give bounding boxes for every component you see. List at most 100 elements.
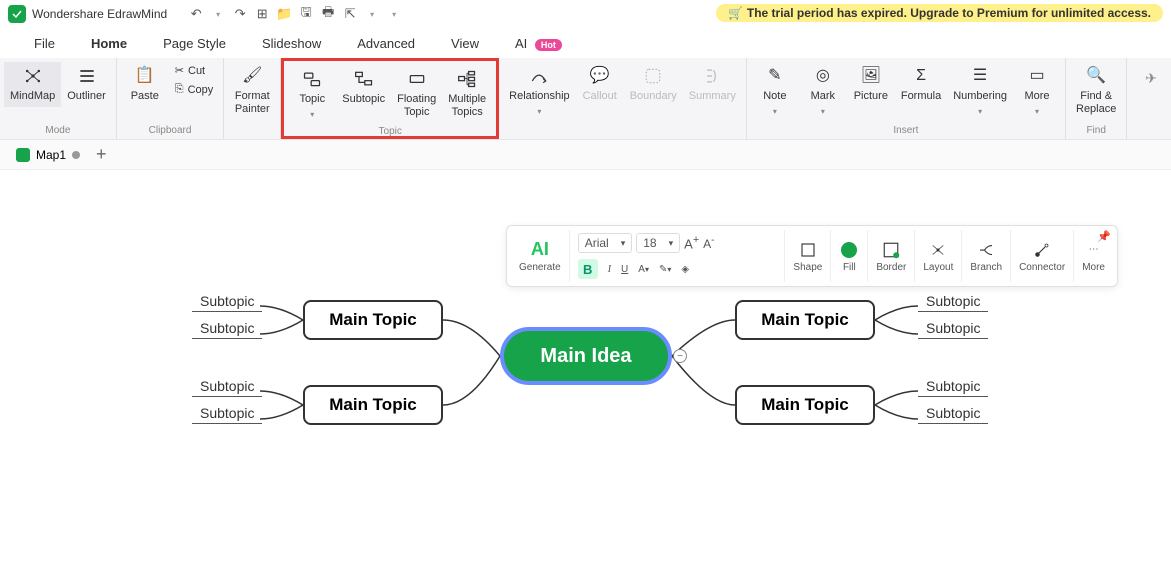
ribbon-group-find: 🔍 Find & Replace Find xyxy=(1066,58,1127,139)
highlight-button[interactable]: ✎▾ xyxy=(659,264,671,275)
mark-button[interactable]: ◎Mark xyxy=(799,62,847,121)
pin-icon[interactable]: 📌 xyxy=(1097,230,1111,243)
summary-label: Summary xyxy=(689,90,736,103)
new-icon[interactable]: ⊞ xyxy=(253,5,271,23)
italic-button[interactable]: I xyxy=(608,264,611,275)
multiple-topics-button[interactable]: Multiple Topics xyxy=(442,65,492,123)
node-main-topic-bl[interactable]: Main Topic xyxy=(303,385,443,425)
bold-button[interactable]: B xyxy=(578,259,598,279)
insert-group-label: Insert xyxy=(751,123,1061,139)
outliner-icon xyxy=(77,66,97,86)
node-subtopic[interactable]: Subtopic xyxy=(918,320,988,339)
node-text: Main Topic xyxy=(329,395,417,415)
ribbon: MindMap Outliner Mode 📋 Paste ✂ Cut xyxy=(0,58,1171,140)
add-tab-button[interactable]: + xyxy=(96,144,107,165)
undo-dropdown[interactable]: ▾ xyxy=(209,5,227,23)
font-family-select[interactable]: Arial▾ xyxy=(578,233,633,253)
clear-format-button[interactable]: ◈ xyxy=(681,264,689,275)
menu-slideshow[interactable]: Slideshow xyxy=(244,30,339,57)
ft-layout[interactable]: Layout xyxy=(915,230,962,282)
floating-topic-button[interactable]: Floating Topic xyxy=(391,65,442,123)
ft-shape[interactable]: Shape xyxy=(785,230,831,282)
ft-connector[interactable]: Connector xyxy=(1011,230,1074,282)
layout-label: Layout xyxy=(923,262,953,273)
redo-icon[interactable]: ↷ xyxy=(231,5,249,23)
qat-customize[interactable]: ▾ xyxy=(385,5,403,23)
print-icon[interactable]: 🖶 xyxy=(319,5,337,23)
numbering-button[interactable]: ☰Numbering xyxy=(947,62,1013,121)
ft-border[interactable]: Border xyxy=(868,230,915,282)
boundary-button: Boundary xyxy=(624,62,683,107)
node-subtopic[interactable]: Subtopic xyxy=(918,405,988,424)
trial-banner[interactable]: 🛒 The trial period has expired. Upgrade … xyxy=(716,4,1163,22)
underline-button[interactable]: U xyxy=(621,264,628,275)
decrease-font-icon[interactable]: A- xyxy=(703,235,714,251)
format-painter-button[interactable]: 🖌 Format Painter xyxy=(228,62,276,120)
ft-branch[interactable]: Branch xyxy=(962,230,1011,282)
app-title: Wondershare EdrawMind xyxy=(32,7,167,21)
callout-label: Callout xyxy=(583,90,617,103)
formula-button[interactable]: ΣFormula xyxy=(895,62,947,107)
menu-ai[interactable]: AI Hot xyxy=(497,30,580,57)
copy-label: Copy xyxy=(188,84,214,96)
send-icon[interactable]: ✈ xyxy=(1145,70,1157,87)
mindmap-button[interactable]: MindMap xyxy=(4,62,61,107)
outliner-button[interactable]: Outliner xyxy=(61,62,112,107)
menu-advanced[interactable]: Advanced xyxy=(339,30,433,57)
doc-tab-map1[interactable]: Map1 xyxy=(8,144,88,166)
node-subtopic[interactable]: Subtopic xyxy=(918,293,988,312)
ribbon-group-insert: ✎Note ◎Mark 🖼Picture ΣFormula ☰Numbering… xyxy=(747,58,1066,139)
export-dropdown[interactable]: ▾ xyxy=(363,5,381,23)
menu-pagestyle[interactable]: Page Style xyxy=(145,30,244,57)
export-icon[interactable]: ⇱ xyxy=(341,5,359,23)
menu-file[interactable]: File xyxy=(16,30,73,57)
app-logo xyxy=(8,5,26,23)
paste-label: Paste xyxy=(131,90,159,103)
border-label: Border xyxy=(876,262,906,273)
find-group-label: Find xyxy=(1070,123,1122,139)
node-main-idea[interactable]: Main Idea xyxy=(501,328,671,384)
ft-fill[interactable]: Fill xyxy=(831,230,868,282)
trial-text: The trial period has expired. Upgrade to… xyxy=(747,6,1151,20)
ft-font: Arial▾ 18▾ A+ A- B I U A▾ ✎▾ ◈ xyxy=(570,230,786,282)
paste-icon: 📋 xyxy=(135,66,155,86)
node-subtopic[interactable]: Subtopic xyxy=(918,378,988,397)
multiple-topics-icon xyxy=(457,69,477,89)
node-main-topic-tl[interactable]: Main Topic xyxy=(303,300,443,340)
connector-icon xyxy=(1032,240,1052,260)
copy-button[interactable]: ⎘ Copy xyxy=(169,81,220,98)
font-size-select[interactable]: 18▾ xyxy=(636,233,680,253)
menu-ai-label: AI xyxy=(515,36,527,51)
more-button[interactable]: ▭More xyxy=(1013,62,1061,121)
subtopic-icon xyxy=(354,69,374,89)
menu-view[interactable]: View xyxy=(433,30,497,57)
undo-icon[interactable]: ↶ xyxy=(187,5,205,23)
menu-home[interactable]: Home xyxy=(73,30,145,57)
paste-button[interactable]: 📋 Paste xyxy=(121,62,169,107)
topic-icon xyxy=(302,69,322,89)
open-icon[interactable]: 📁 xyxy=(275,5,293,23)
node-subtopic[interactable]: Subtopic xyxy=(192,293,262,312)
save-icon[interactable]: 🖫 xyxy=(297,5,315,23)
font-color-button[interactable]: A▾ xyxy=(638,264,649,275)
note-button[interactable]: ✎Note xyxy=(751,62,799,121)
summary-button: Summary xyxy=(683,62,742,107)
node-main-topic-br[interactable]: Main Topic xyxy=(735,385,875,425)
topic-button[interactable]: Topic xyxy=(288,65,336,124)
ft-generate[interactable]: AI Generate xyxy=(511,230,570,282)
canvas[interactable]: 📌 AI Generate Arial▾ 18▾ A+ A- B I U A▾ … xyxy=(0,170,1171,585)
node-subtopic[interactable]: Subtopic xyxy=(192,320,262,339)
font-value: Arial xyxy=(585,236,609,250)
collapse-toggle[interactable]: − xyxy=(673,349,687,363)
node-subtopic[interactable]: Subtopic xyxy=(192,405,262,424)
subtopic-button[interactable]: Subtopic xyxy=(336,65,391,110)
ribbon-group-formatpainter: 🖌 Format Painter xyxy=(224,58,281,139)
relationship-button[interactable]: Relationship xyxy=(503,62,576,121)
cut-button[interactable]: ✂ Cut xyxy=(169,62,220,79)
find-replace-button[interactable]: 🔍 Find & Replace xyxy=(1070,62,1122,120)
increase-font-icon[interactable]: A+ xyxy=(684,234,699,251)
node-subtopic[interactable]: Subtopic xyxy=(192,378,262,397)
generate-label: Generate xyxy=(519,262,561,273)
picture-button[interactable]: 🖼Picture xyxy=(847,62,895,107)
node-main-topic-tr[interactable]: Main Topic xyxy=(735,300,875,340)
